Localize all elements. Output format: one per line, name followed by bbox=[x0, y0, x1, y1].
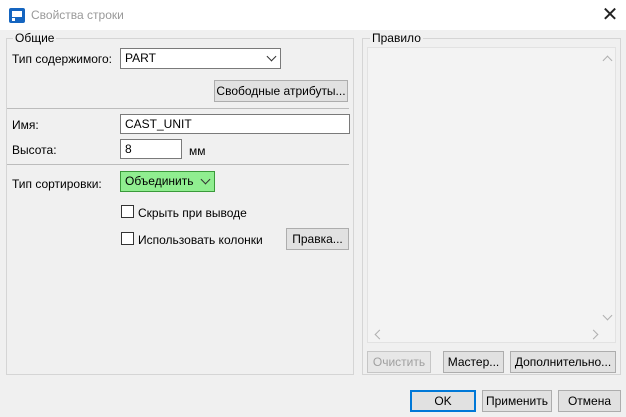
general-group-title: Общие bbox=[13, 31, 57, 45]
sort-type-value: Объединить bbox=[125, 174, 194, 188]
rule-text-area[interactable] bbox=[367, 47, 616, 343]
content-type-select[interactable]: PART bbox=[120, 48, 281, 69]
close-icon[interactable]: ✕ bbox=[598, 3, 622, 27]
separator bbox=[7, 108, 349, 109]
hide-on-output-label[interactable]: Скрыть при выводе bbox=[138, 206, 247, 220]
hide-on-output-checkbox[interactable] bbox=[121, 205, 134, 218]
chevron-down-icon bbox=[200, 174, 211, 185]
separator bbox=[7, 164, 349, 165]
content-type-value: PART bbox=[125, 51, 156, 65]
name-label: Имя: bbox=[12, 118, 39, 132]
rule-group-title: Правило bbox=[370, 31, 423, 45]
chevron-down-icon bbox=[266, 51, 277, 62]
use-columns-checkbox[interactable] bbox=[121, 232, 134, 245]
scroll-right-icon[interactable] bbox=[588, 329, 599, 340]
wizard-button[interactable]: Мастер... bbox=[443, 351, 504, 373]
sort-type-select[interactable]: Объединить bbox=[120, 171, 215, 192]
height-unit: мм bbox=[189, 144, 206, 158]
free-attributes-button[interactable]: Свободные атрибуты... bbox=[214, 80, 348, 102]
app-icon bbox=[9, 8, 25, 23]
apply-button[interactable]: Применить bbox=[482, 390, 552, 412]
window-title: Свойства строки bbox=[31, 8, 124, 22]
clear-button[interactable]: Очистить bbox=[367, 351, 431, 373]
height-input[interactable]: 8 bbox=[120, 139, 182, 159]
edit-button[interactable]: Правка... bbox=[286, 228, 349, 250]
cancel-button[interactable]: Отмена bbox=[558, 390, 621, 412]
content-type-label: Тип содержимого: bbox=[12, 52, 113, 66]
height-label: Высота: bbox=[12, 143, 57, 157]
name-input[interactable]: CAST_UNIT bbox=[120, 114, 350, 134]
ok-button[interactable]: OK bbox=[410, 390, 476, 412]
scroll-left-icon[interactable] bbox=[374, 329, 385, 340]
use-columns-label[interactable]: Использовать колонки bbox=[138, 233, 263, 247]
additional-button[interactable]: Дополнительно... bbox=[510, 351, 616, 373]
scroll-up-icon[interactable] bbox=[602, 55, 613, 66]
scroll-down-icon[interactable] bbox=[602, 310, 613, 321]
sort-type-label: Тип сортировки: bbox=[12, 177, 102, 191]
